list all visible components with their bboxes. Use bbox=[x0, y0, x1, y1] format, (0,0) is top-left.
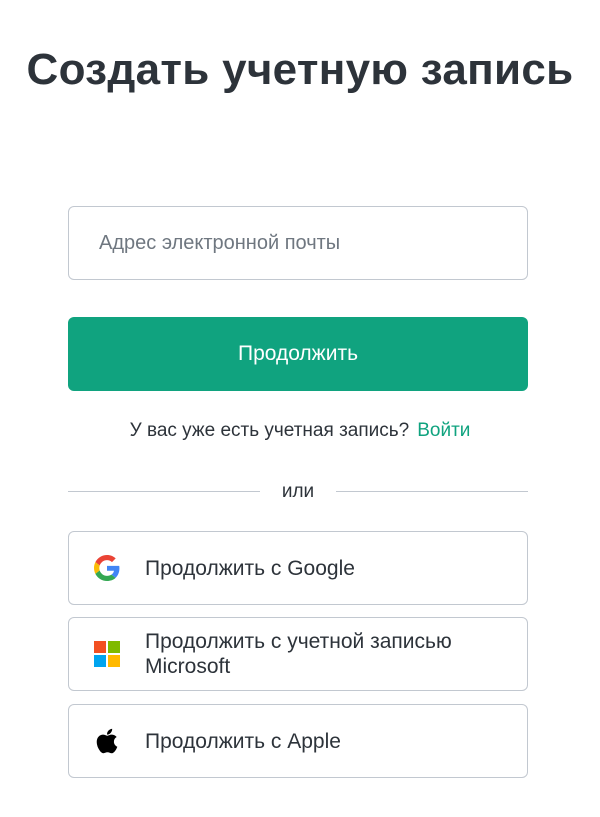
email-field[interactable] bbox=[68, 206, 528, 280]
continue-button[interactable]: Продолжить bbox=[68, 317, 528, 391]
login-link[interactable]: Войти bbox=[417, 420, 470, 441]
google-icon bbox=[93, 554, 121, 582]
apple-button-label: Продолжить с Apple bbox=[145, 729, 341, 753]
login-prompt-text: У вас уже есть учетная запись? bbox=[129, 420, 410, 441]
divider-line-right bbox=[336, 491, 528, 492]
google-button-label: Продолжить с Google bbox=[145, 556, 355, 580]
apple-icon bbox=[93, 727, 121, 755]
apple-button[interactable]: Продолжить с Apple bbox=[68, 704, 528, 778]
microsoft-button[interactable]: Продолжить с учетной записью Microsoft bbox=[68, 617, 528, 691]
divider-label: или bbox=[281, 481, 315, 502]
microsoft-icon bbox=[93, 640, 121, 668]
microsoft-button-label: Продолжить с учетной записью Microsoft bbox=[145, 630, 452, 678]
google-button[interactable]: Продолжить с Google bbox=[68, 531, 528, 605]
or-divider: или bbox=[68, 478, 528, 506]
page-title: Создать учетную запись bbox=[26, 45, 574, 94]
login-prompt: У вас уже есть учетная запись? Войти bbox=[0, 418, 600, 444]
signup-page: Создать учетную запись Продолжить У вас … bbox=[0, 0, 600, 817]
